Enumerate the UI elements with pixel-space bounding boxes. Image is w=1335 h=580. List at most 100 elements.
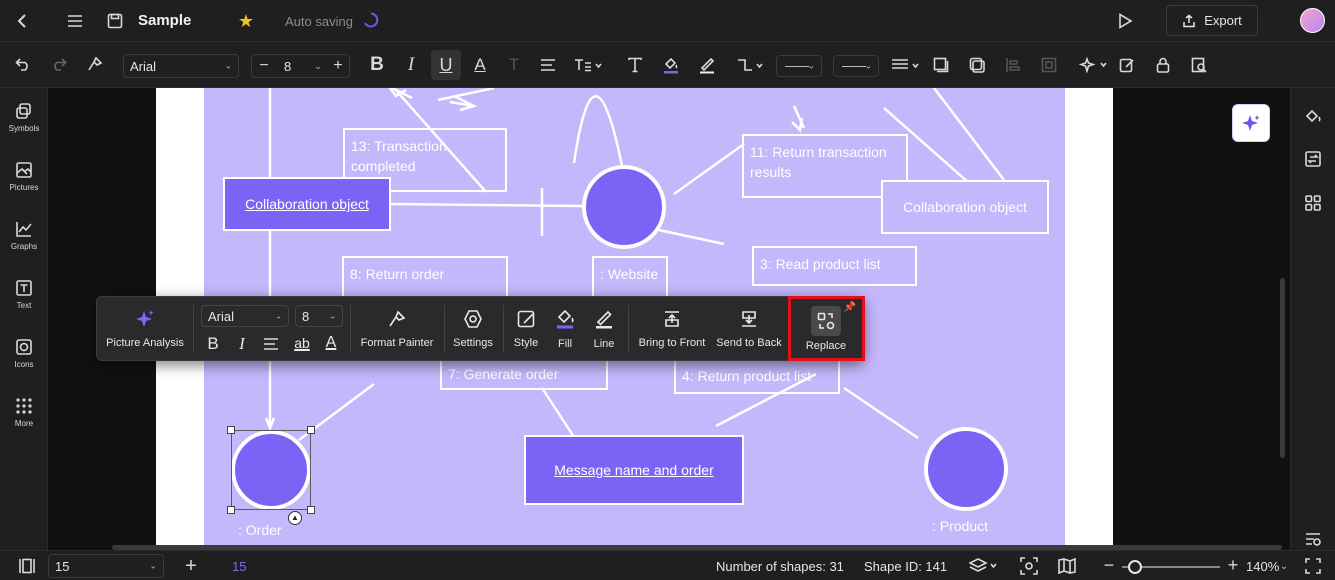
align-icon[interactable] <box>537 53 559 77</box>
sidebar-item-text[interactable]: Text <box>0 279 48 310</box>
font-size-select[interactable]: 8 ⌄ <box>295 305 343 327</box>
chevron-down-icon[interactable]: ⌄ <box>312 58 324 74</box>
message-name-card[interactable]: Message name and order <box>524 435 744 505</box>
left-sidebar: Symbols Pictures Graphs Text Icons More <box>0 88 48 550</box>
bold-icon[interactable]: B <box>203 334 223 354</box>
document-title[interactable]: Sample <box>138 12 191 29</box>
resize-handle[interactable] <box>227 506 235 514</box>
plus-icon[interactable]: + <box>330 57 346 75</box>
fullscreen-icon[interactable] <box>1302 556 1324 576</box>
message-box-8[interactable]: 8: Return order <box>342 256 508 300</box>
selection-frame[interactable] <box>231 430 311 510</box>
export-button[interactable]: Export <box>1166 5 1258 36</box>
connector-icon[interactable] <box>734 53 768 77</box>
fill-button[interactable]: Fill <box>547 297 583 360</box>
product-node[interactable] <box>924 427 1008 511</box>
fill-color-icon[interactable] <box>660 53 682 77</box>
align-objects-icon[interactable] <box>1002 53 1024 77</box>
redo-icon[interactable] <box>48 53 70 75</box>
italic-icon[interactable]: I <box>400 53 422 77</box>
text-box-icon[interactable] <box>624 53 646 77</box>
play-icon[interactable] <box>1114 10 1136 32</box>
pin-icon[interactable]: 📌 <box>843 300 857 314</box>
line-end-select[interactable]: ⌄ <box>833 55 879 77</box>
message-box-7[interactable]: 7: Generate order <box>440 356 608 390</box>
format-painter-icon[interactable] <box>84 53 106 75</box>
arrange-icon[interactable] <box>966 53 988 77</box>
sidebar-item-more[interactable]: More <box>0 397 48 428</box>
font-family-select[interactable]: Arial ⌄ <box>123 54 239 78</box>
sidebar-item-graphs[interactable]: Graphs <box>0 220 48 251</box>
sidebar-item-icons[interactable]: Icons <box>0 338 48 369</box>
user-avatar[interactable] <box>1300 8 1325 33</box>
map-icon[interactable] <box>1056 556 1078 576</box>
line-spacing-icon[interactable] <box>572 53 604 77</box>
anchor-icon[interactable]: ▲ <box>288 511 302 525</box>
shadow-icon[interactable] <box>930 53 952 77</box>
align-icon[interactable] <box>261 334 281 354</box>
current-page-tab[interactable]: 15 <box>232 559 246 574</box>
back-arrow-icon[interactable] <box>12 10 34 32</box>
lock-icon[interactable] <box>1152 53 1174 77</box>
layers-icon[interactable] <box>968 556 1000 576</box>
add-page-icon[interactable]: + <box>180 555 202 577</box>
find-replace-icon[interactable] <box>1188 53 1210 77</box>
ai-magic-icon[interactable] <box>1078 53 1108 77</box>
line-style-select[interactable]: ⌄ <box>776 55 822 77</box>
resize-handle[interactable] <box>227 426 235 434</box>
collaboration-object-card-left[interactable]: Collaboration object <box>223 177 391 231</box>
sidebar-item-symbols[interactable]: Symbols <box>0 102 48 133</box>
page-panel-icon[interactable] <box>1302 148 1324 170</box>
product-label[interactable]: : Product <box>932 518 988 534</box>
message-box-3[interactable]: 3: Read product list <box>752 246 917 286</box>
resize-handle[interactable] <box>307 506 315 514</box>
fill-panel-icon[interactable] <box>1302 105 1324 127</box>
zoom-out-icon[interactable]: − <box>1100 555 1118 575</box>
send-to-back-button[interactable]: Send to Back <box>712 297 786 360</box>
underline-icon[interactable]: U <box>431 50 461 80</box>
zoom-slider-thumb[interactable] <box>1128 560 1142 574</box>
bold-icon[interactable]: B <box>366 53 388 77</box>
menu-icon[interactable] <box>64 10 86 32</box>
zoom-in-icon[interactable]: + <box>1224 555 1242 575</box>
italic-icon[interactable]: I <box>232 334 252 354</box>
graphs-icon <box>16 222 32 237</box>
sidebar-item-pictures[interactable]: Pictures <box>0 161 48 192</box>
resize-handle[interactable] <box>307 426 315 434</box>
line-weight-icon[interactable] <box>890 53 920 77</box>
font-family-select[interactable]: Arial ⌄ <box>201 305 289 327</box>
star-icon[interactable]: ★ <box>235 10 257 32</box>
edit-icon[interactable] <box>1116 53 1138 77</box>
picture-analysis-button[interactable]: Picture Analysis <box>103 297 187 360</box>
format-painter-button[interactable]: Format Painter <box>355 297 439 360</box>
font-size-stepper[interactable]: − 8 ⌄ + <box>251 54 350 78</box>
ai-sparkle-icon <box>1242 115 1260 131</box>
focus-icon[interactable] <box>1018 556 1040 576</box>
website-node[interactable] <box>582 165 666 249</box>
bring-to-front-button[interactable]: Bring to Front <box>632 297 712 360</box>
loading-spinner-icon <box>362 11 380 29</box>
chevron-down-icon[interactable]: ⌄ <box>1278 558 1290 574</box>
vertical-scrollbar[interactable] <box>1280 278 1285 458</box>
line-button[interactable]: Line <box>586 297 622 360</box>
save-icon[interactable] <box>104 10 126 32</box>
group-icon[interactable] <box>1038 53 1060 77</box>
style-button[interactable]: Style <box>507 297 545 360</box>
settings-panel-icon[interactable] <box>1302 530 1324 548</box>
order-label[interactable]: : Order <box>238 522 282 538</box>
grid-panel-icon[interactable] <box>1302 192 1324 214</box>
line-color-icon[interactable] <box>696 53 718 77</box>
page-select[interactable]: 15 ⌄ <box>48 554 164 578</box>
font-color-icon[interactable]: A <box>469 53 491 77</box>
ai-assistant-button[interactable] <box>1232 104 1270 142</box>
page-view-icon[interactable] <box>16 556 38 576</box>
minus-icon[interactable]: − <box>256 57 272 75</box>
collaboration-object-card-right[interactable]: Collaboration object <box>881 180 1049 234</box>
settings-button[interactable]: Settings <box>447 297 499 360</box>
strikethrough-icon[interactable]: ab <box>290 333 314 353</box>
text-effect-icon[interactable]: T <box>503 53 525 77</box>
zoom-level[interactable]: 140% <box>1246 559 1279 574</box>
undo-icon[interactable] <box>12 53 34 75</box>
font-color-icon[interactable]: A <box>321 333 341 353</box>
message-box-4[interactable]: 4: Return product list <box>674 358 840 394</box>
